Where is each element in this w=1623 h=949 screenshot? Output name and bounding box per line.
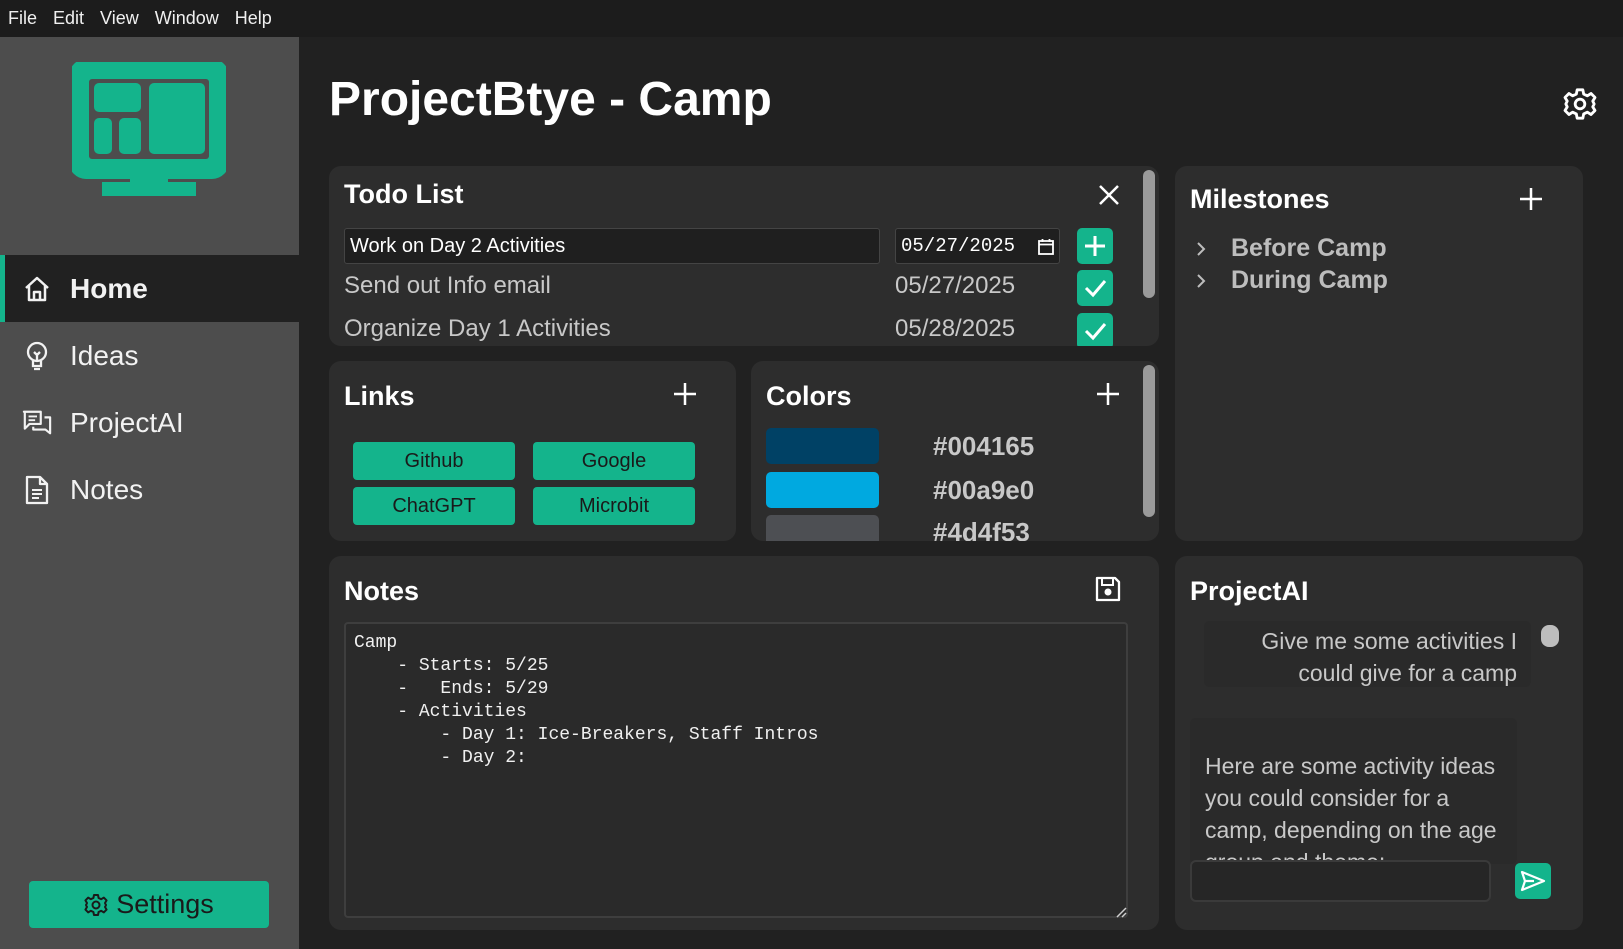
todo-item-text: Send out Info email [344,272,551,299]
milestones-card: Milestones Before Camp During Camp [1175,166,1583,541]
plus-icon [1097,383,1119,405]
settings-button-label: Settings [116,889,214,919]
page-title: ProjectBtye - Camp [329,73,772,126]
app-logo [69,59,229,202]
sidebar-item-label: Notes [70,473,144,505]
todo-card: Todo List 05/27/2025 Send out Info email… [329,166,1159,346]
color-hex-label: #004165 [933,431,1035,461]
milestone-item[interactable]: Before Camp [1195,234,1387,263]
color-swatch[interactable] [766,428,879,464]
color-swatch[interactable] [766,472,879,508]
milestones-title: Milestones [1190,184,1330,214]
sidebar-item-projectai[interactable]: ProjectAI [0,389,299,456]
menu-window[interactable]: Window [147,0,227,37]
menu-file[interactable]: File [0,0,45,37]
chat-input[interactable] [1190,860,1491,902]
milestone-label: Before Camp [1231,234,1387,262]
todo-item-date: 05/27/2025 [895,272,1016,299]
todo-check-button[interactable] [1077,270,1113,306]
color-hex-label: #00a9e0 [933,475,1035,505]
add-todo-button[interactable] [1077,228,1113,264]
todo-item-date: 05/28/2025 [895,315,1016,342]
ai-message-bubble: Here are some activity ideas you could c… [1190,718,1517,864]
close-icon[interactable] [1094,180,1124,210]
milestone-label: During Camp [1231,266,1388,294]
check-icon [1084,280,1107,298]
menu-bar: File Edit View Window Help [0,0,1623,37]
todo-row: Organize Day 1 Activities 05/28/2025 [344,309,1104,346]
color-swatch[interactable] [766,515,879,541]
resize-grip-icon[interactable] [1115,906,1127,918]
add-color-button[interactable] [1093,379,1123,409]
plus-icon [1085,236,1105,256]
notes-title: Notes [344,576,420,606]
sidebar: Home Ideas ProjectAI Notes Settings [0,37,299,949]
save-icon[interactable] [1093,574,1123,604]
links-title: Links [344,381,415,411]
settings-button[interactable]: Settings [29,881,269,928]
settings-gear-icon[interactable] [1563,87,1597,121]
sidebar-item-notes[interactable]: Notes [0,456,299,523]
todo-check-button[interactable] [1077,313,1113,346]
todo-row: Send out Info email 05/27/2025 [344,266,1104,306]
projectai-card: ProjectAI Give me some activities I coul… [1175,556,1583,930]
gear-icon [84,893,108,916]
colors-scrollbar[interactable] [1143,365,1155,517]
colors-card: Colors #004165 #00a9e0 #4d4f53 [751,361,1159,541]
sidebar-item-label: Home [70,272,148,304]
sidebar-nav: Home Ideas ProjectAI Notes [0,255,299,523]
home-icon [22,274,52,304]
colors-title: Colors [766,381,852,411]
todo-title: Todo List [344,179,464,209]
notes-textarea[interactable]: Camp - Starts: 5/25 - Ends: 5/29 - Activ… [344,622,1128,918]
send-button[interactable] [1515,863,1551,899]
document-icon [22,475,52,505]
todo-scrollbar[interactable] [1143,170,1155,298]
link-google-button[interactable]: Google [533,442,695,480]
chat-icon [22,408,52,438]
add-milestone-button[interactable] [1516,184,1546,214]
todo-task-input[interactable] [344,228,880,264]
color-hex-label: #4d4f53 [933,517,1030,541]
calendar-icon[interactable] [1038,238,1054,255]
add-link-button[interactable] [670,379,700,409]
link-chatgpt-button[interactable]: ChatGPT [353,487,515,525]
plus-icon [674,383,696,405]
user-message-bubble: Give me some activities I could give for… [1204,621,1531,687]
projectai-title: ProjectAI [1190,576,1309,606]
link-microbit-button[interactable]: Microbit [533,487,695,525]
send-icon [1520,870,1546,892]
links-card: Links Github Google ChatGPT Microbit [329,361,736,541]
chevron-right-icon [1195,240,1215,258]
menu-help[interactable]: Help [227,0,280,37]
sidebar-item-label: ProjectAI [70,406,184,438]
plus-icon [1520,188,1542,210]
check-icon [1084,323,1107,341]
menu-edit[interactable]: Edit [45,0,92,37]
sidebar-item-home[interactable]: Home [0,255,299,322]
menu-view[interactable]: View [92,0,147,37]
sidebar-item-label: Ideas [70,339,139,371]
chevron-right-icon [1195,272,1215,290]
chat-scrollbar[interactable] [1541,625,1559,647]
todo-date-value: 05/27/2025 [901,235,1016,257]
lightbulb-icon [22,341,52,371]
sidebar-item-ideas[interactable]: Ideas [0,322,299,389]
milestone-item[interactable]: During Camp [1195,266,1388,295]
todo-date-input[interactable]: 05/27/2025 [895,228,1060,264]
todo-item-text: Organize Day 1 Activities [344,315,611,342]
link-github-button[interactable]: Github [353,442,515,480]
notes-card: Notes Camp - Starts: 5/25 - Ends: 5/29 -… [329,556,1159,930]
